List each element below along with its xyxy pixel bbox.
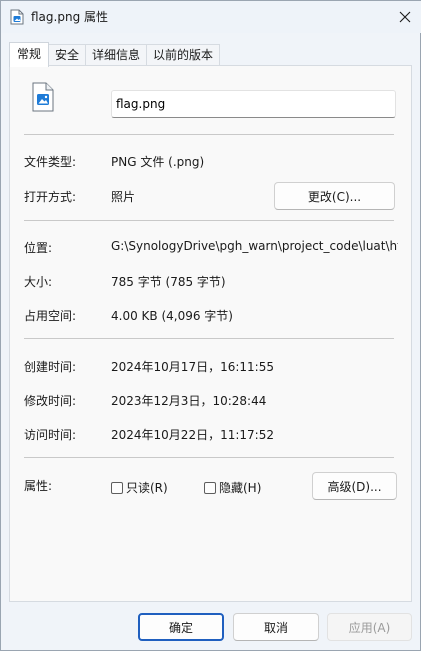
general-panel: 文件类型: PNG 文件 (.png) 打开方式: 照片 更改(C)... 位置… xyxy=(9,65,412,602)
checkbox-box[interactable] xyxy=(204,481,216,494)
image-file-icon xyxy=(10,9,24,25)
image-file-icon xyxy=(32,82,54,112)
attributes-label: 属性: xyxy=(24,479,53,493)
tab-general[interactable]: 常规 xyxy=(9,42,50,67)
size-value: 785 字节 (785 字节) xyxy=(111,275,226,289)
modified-label: 修改时间: xyxy=(24,394,77,408)
location-label: 位置: xyxy=(24,241,53,255)
size-on-disk-value: 4.00 KB (4,096 字节) xyxy=(111,309,233,323)
opens-with-label: 打开方式: xyxy=(24,190,77,204)
readonly-checkbox[interactable]: 只读(R) xyxy=(111,479,168,496)
created-value: 2024年10月17日，16:11:55 xyxy=(111,360,274,374)
tab-details[interactable]: 详细信息 xyxy=(85,44,148,66)
accessed-value: 2024年10月22日，11:17:52 xyxy=(111,428,274,442)
ok-button[interactable]: 确定 xyxy=(138,613,224,641)
advanced-button[interactable]: 高级(D)... xyxy=(312,472,397,500)
checkbox-box[interactable] xyxy=(111,481,123,494)
size-label: 大小: xyxy=(24,275,53,289)
file-type-value: PNG 文件 (.png) xyxy=(111,155,205,169)
properties-dialog: flag.png 属性 常规 安全 详细信息 以前的版本 文件类型: PNG 文… xyxy=(0,0,421,651)
file-name-input[interactable] xyxy=(111,90,396,118)
readonly-label: 只读(R) xyxy=(126,481,168,495)
tab-security[interactable]: 安全 xyxy=(48,44,87,66)
divider xyxy=(24,338,394,339)
change-button[interactable]: 更改(C)... xyxy=(274,182,395,210)
window-title: flag.png 属性 xyxy=(31,10,108,24)
close-icon xyxy=(399,11,411,23)
file-type-label: 文件类型: xyxy=(24,155,77,169)
created-label: 创建时间: xyxy=(24,360,77,374)
title-bar[interactable]: flag.png 属性 xyxy=(1,1,421,33)
modified-value: 2023年12月3日，10:28:44 xyxy=(111,394,267,408)
accessed-label: 访问时间: xyxy=(24,428,77,442)
divider xyxy=(24,134,394,135)
location-value: G:\SynologyDrive\pgh_warn\project_code\l… xyxy=(111,239,398,253)
hidden-label: 隐藏(H) xyxy=(219,481,262,495)
divider xyxy=(24,457,394,458)
size-on-disk-label: 占用空间: xyxy=(24,309,77,323)
cancel-button[interactable]: 取消 xyxy=(233,613,319,641)
close-button[interactable] xyxy=(388,1,421,33)
opens-with-value: 照片 xyxy=(111,190,136,204)
hidden-checkbox[interactable]: 隐藏(H) xyxy=(204,479,261,496)
tab-previous-versions[interactable]: 以前的版本 xyxy=(146,44,221,66)
divider xyxy=(24,220,394,221)
apply-button[interactable]: 应用(A) xyxy=(327,613,412,641)
tab-strip: 常规 安全 详细信息 以前的版本 xyxy=(9,42,221,67)
